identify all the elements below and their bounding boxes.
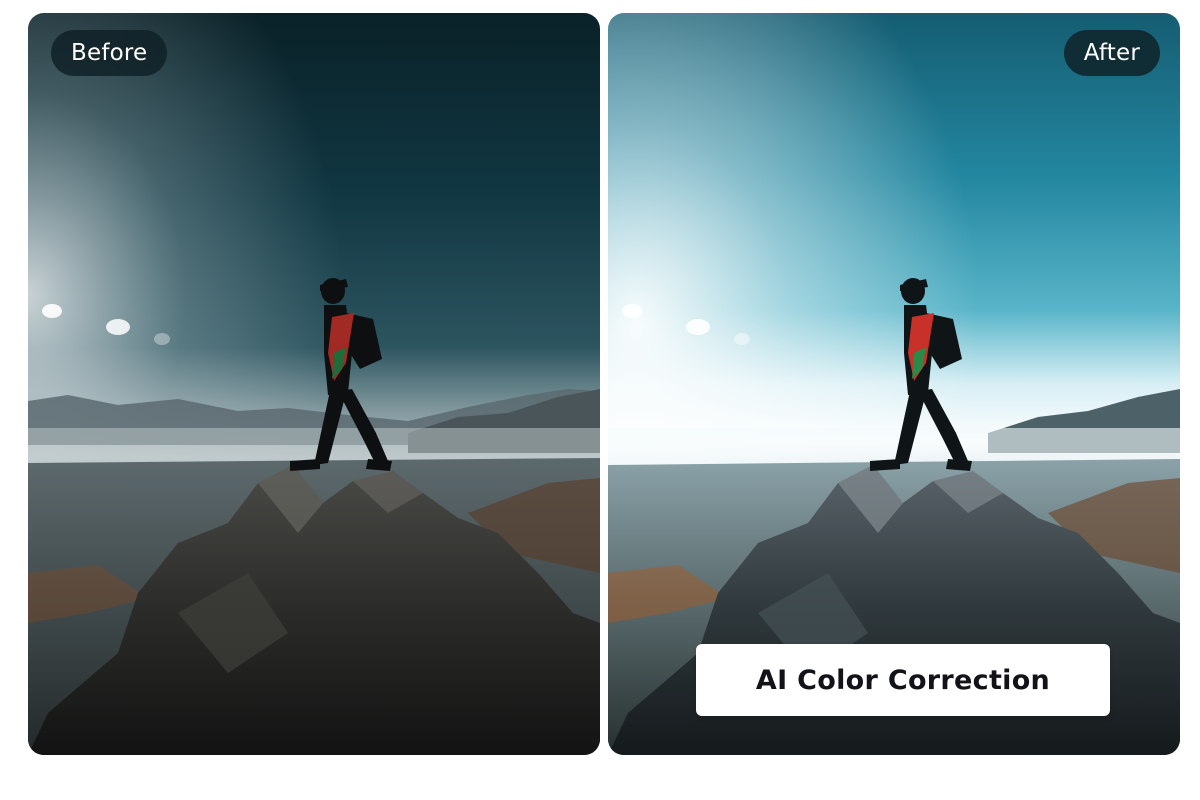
feature-caption: AI Color Correction [696,644,1110,716]
after-label: After [1063,30,1160,76]
before-image-panel: Before [28,13,600,755]
before-photo [28,13,600,755]
before-label: Before [51,30,168,76]
after-image-panel: After AI Color Correction [608,13,1180,755]
